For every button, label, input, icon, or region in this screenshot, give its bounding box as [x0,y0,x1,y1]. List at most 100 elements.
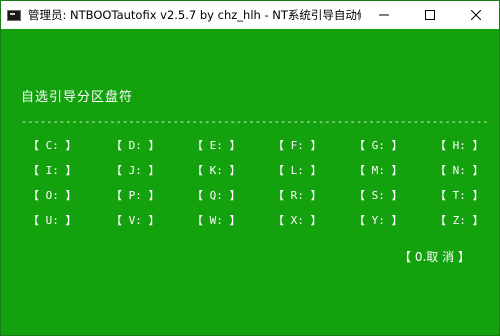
bracket-open: 【 [28,189,39,202]
bracket-open: 【 [111,139,122,152]
drive-letter-label: H: [446,139,473,152]
drive-option-k[interactable]: 【 K: 】 [192,162,241,178]
bracket-close: 】 [148,139,160,152]
console-content[interactable]: 自选引导分区盘符 -------------------------------… [1,29,499,335]
cancel-option[interactable]: 【 0.取 消 】 [399,248,470,265]
bracket-open: 【 [111,214,122,227]
drive-letter-label: J: [122,164,149,177]
drive-letter-label: X: [284,214,311,227]
drive-option-c[interactable]: 【 C: 】 [28,137,77,153]
bracket-close: 】 [148,189,160,202]
drive-option-p[interactable]: 【 P: 】 [111,187,160,203]
drive-option-z[interactable]: 【 Z: 】 [435,212,484,228]
drive-letter-label: R: [284,189,311,202]
bracket-open: 【 [435,164,446,177]
drive-letter-label: Y: [365,214,392,227]
drive-letter-label: U: [39,214,66,227]
drive-option-g[interactable]: 【 G: 】 [354,137,403,153]
bracket-open: 【 [111,164,122,177]
drive-letter-label: K: [203,164,230,177]
bracket-open: 【 [192,164,203,177]
drive-option-r[interactable]: 【 R: 】 [273,187,322,203]
bracket-open: 【 [28,164,39,177]
maximize-button[interactable] [407,1,453,29]
bracket-close: 】 [229,189,241,202]
drive-option-s[interactable]: 【 S: 】 [354,187,403,203]
drive-letter-label: M: [365,164,392,177]
bracket-close: 】 [65,139,77,152]
bracket-close: 】 [391,139,403,152]
drive-letter-label: G: [365,139,392,152]
drive-letter-label: N: [446,164,473,177]
drive-letter-label: P: [122,189,149,202]
bracket-close: 】 [65,214,77,227]
minimize-icon [379,14,389,16]
drive-option-y[interactable]: 【 Y: 】 [354,212,403,228]
bracket-open: 【 [273,164,284,177]
drive-option-w[interactable]: 【 W: 】 [192,212,241,228]
drive-letter-label: Q: [203,189,230,202]
bracket-close: 】 [229,164,241,177]
drive-option-d[interactable]: 【 D: 】 [111,137,160,153]
bracket-close: 】 [472,139,484,152]
bracket-open: 【 [354,214,365,227]
bracket-open: 【 [435,214,446,227]
bracket-close: 】 [229,214,241,227]
bracket-close: 】 [472,189,484,202]
drive-option-e[interactable]: 【 E: 】 [192,137,241,153]
drive-letter-label: O: [39,189,66,202]
drive-option-f[interactable]: 【 F: 】 [273,137,322,153]
bracket-close: 】 [391,164,403,177]
drive-option-h[interactable]: 【 H: 】 [435,137,484,153]
drive-letter-label: T: [446,189,473,202]
bracket-close: 】 [310,139,322,152]
bracket-open: 【 [273,139,284,152]
bracket-open: 【 [354,189,365,202]
drive-letter-label: Z: [446,214,473,227]
bracket-open: 【 [273,214,284,227]
drive-letter-label: L: [284,164,311,177]
drive-option-j[interactable]: 【 J: 】 [111,162,160,178]
title-bar[interactable]: 管理员: NTBOOTautofix v2.5.7 by chz_hlh - N… [1,1,499,29]
bracket-close: 】 [391,214,403,227]
bracket-close: 】 [148,214,160,227]
drive-letter-label: W: [203,214,230,227]
maximize-icon [425,10,435,20]
bracket-open: 【 [192,214,203,227]
bracket-close: 】 [310,164,322,177]
drive-option-l[interactable]: 【 L: 】 [273,162,322,178]
drive-option-x[interactable]: 【 X: 】 [273,212,322,228]
bracket-open: 【 [354,139,365,152]
drive-option-o[interactable]: 【 O: 】 [28,187,77,203]
bracket-open: 【 [192,139,203,152]
close-button[interactable] [453,1,499,29]
window-title: 管理员: NTBOOTautofix v2.5.7 by chz_hlh - N… [28,8,361,22]
minimize-button[interactable] [361,1,407,29]
drive-letter-label: V: [122,214,149,227]
drive-option-q[interactable]: 【 Q: 】 [192,187,241,203]
bracket-close: 】 [472,164,484,177]
divider-line: ----------------------------------------… [21,117,487,128]
drive-option-v[interactable]: 【 V: 】 [111,212,160,228]
drive-letter-label: C: [39,139,66,152]
drive-option-i[interactable]: 【 I: 】 [28,162,77,178]
drive-letter-label: I: [39,164,66,177]
bracket-close: 】 [310,189,322,202]
drive-option-m[interactable]: 【 M: 】 [354,162,403,178]
bracket-open: 【 [435,189,446,202]
bracket-open: 【 [28,139,39,152]
bracket-open: 【 [111,189,122,202]
bracket-close: 】 [65,189,77,202]
drive-option-n[interactable]: 【 N: 】 [435,162,484,178]
drive-option-t[interactable]: 【 T: 】 [435,187,484,203]
drive-letter-label: E: [203,139,230,152]
bracket-open: 【 [192,189,203,202]
console-window: 管理员: NTBOOTautofix v2.5.7 by chz_hlh - N… [0,0,500,336]
bracket-open: 【 [273,189,284,202]
bracket-open: 【 [354,164,365,177]
drive-option-u[interactable]: 【 U: 】 [28,212,77,228]
drive-letter-label: S: [365,189,392,202]
section-heading: 自选引导分区盘符 [21,90,134,105]
bracket-close: 】 [310,214,322,227]
bracket-close: 】 [148,164,160,177]
